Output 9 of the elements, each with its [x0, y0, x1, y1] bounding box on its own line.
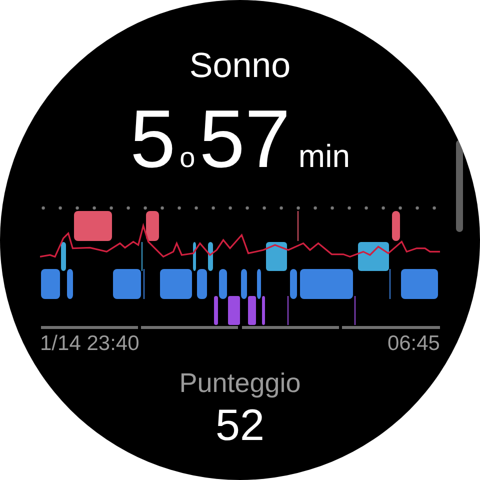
minutes-unit: min — [298, 138, 350, 175]
screen-title: Sonno — [189, 46, 291, 86]
score-label: Punteggio — [179, 368, 301, 399]
start-time-label: 1/14 23:40 — [40, 332, 140, 356]
hours-unit: o — [180, 142, 196, 174]
end-time-label: 06:45 — [387, 332, 440, 356]
minutes-value: 57 — [199, 98, 290, 182]
hours-value: 5 — [130, 98, 176, 182]
score-value: 52 — [216, 401, 264, 451]
